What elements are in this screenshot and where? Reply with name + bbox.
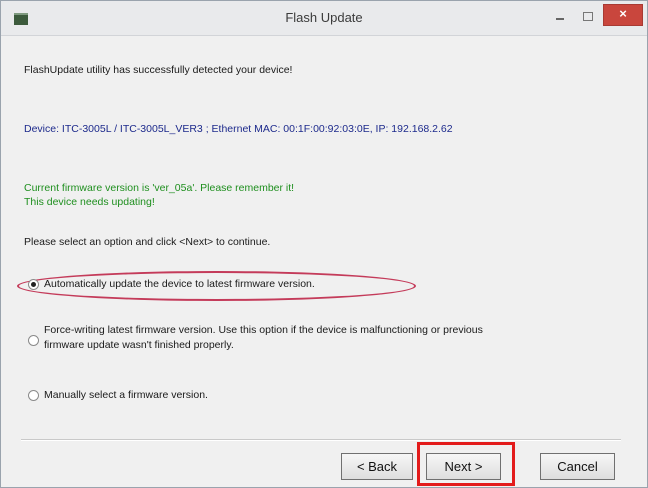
manual-select-radio[interactable] — [28, 390, 39, 401]
manual-select-label[interactable]: Manually select a firmware version. — [44, 389, 208, 401]
force-write-radio[interactable] — [28, 335, 39, 346]
back-button[interactable]: < Back — [341, 453, 413, 480]
detected-message: FlashUpdate utility has successfully det… — [24, 64, 293, 76]
auto-update-label[interactable]: Automatically update the device to lates… — [44, 278, 315, 290]
title-bar: Flash Update × — [1, 1, 647, 36]
minimize-icon[interactable] — [549, 9, 571, 25]
close-button[interactable]: × — [603, 4, 643, 26]
maximize-icon[interactable] — [577, 9, 599, 25]
auto-update-radio[interactable] — [28, 279, 39, 290]
close-icon: × — [619, 6, 627, 21]
annotation-box — [417, 442, 515, 486]
force-write-label-line1[interactable]: Force-writing latest firmware version. U… — [44, 324, 483, 336]
force-write-label-line2[interactable]: firmware update wasn't finished properly… — [44, 339, 234, 351]
flash-update-window: Flash Update × FlashUpdate utility has s… — [0, 0, 648, 488]
firmware-status-line1: Current firmware version is 'ver_05a'. P… — [24, 182, 295, 194]
instruction-text: Please select an option and click <Next>… — [24, 236, 271, 248]
firmware-status-line2: This device needs updating! — [24, 196, 155, 208]
button-divider — [21, 439, 621, 441]
cancel-button[interactable]: Cancel — [540, 453, 615, 480]
device-info: Device: ITC-3005L / ITC-3005L_VER3 ; Eth… — [24, 123, 453, 135]
